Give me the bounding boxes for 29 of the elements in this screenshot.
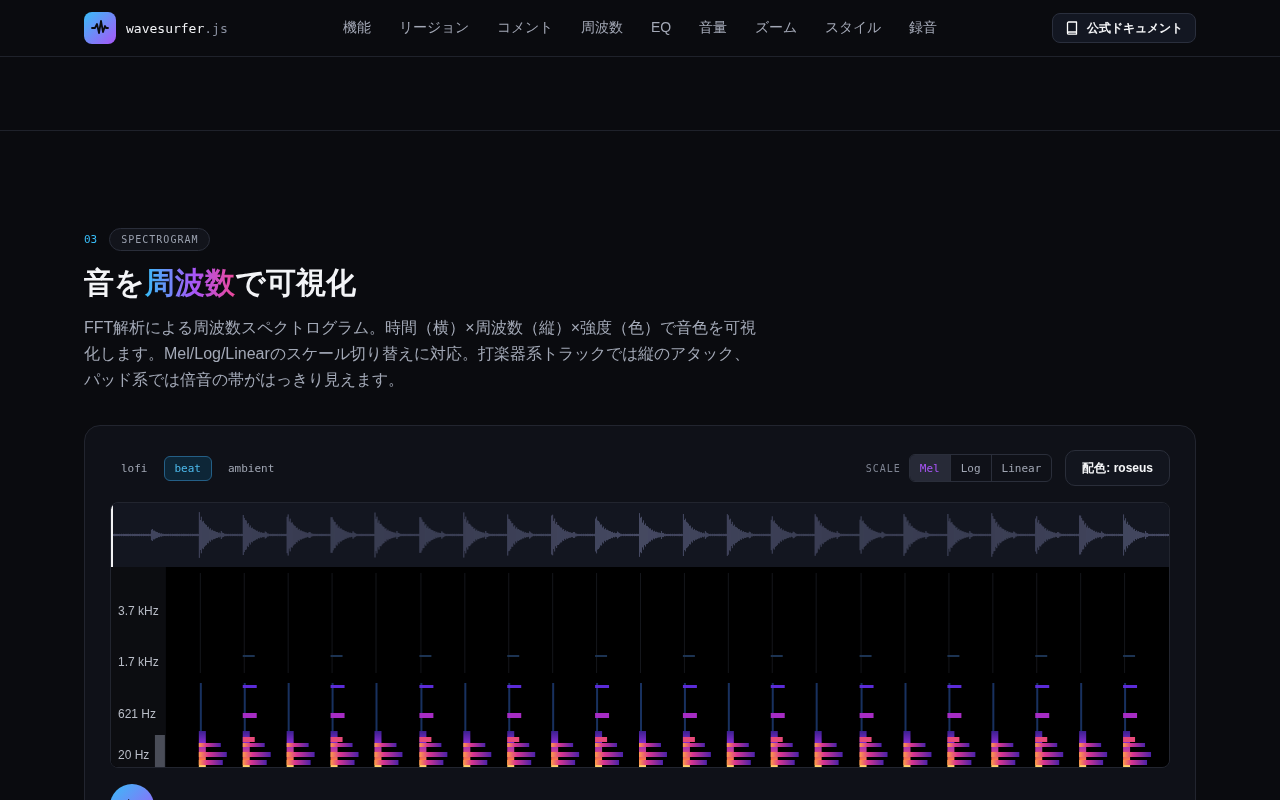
frequency-label: 3.7 kHz bbox=[118, 603, 159, 619]
logo-icon[interactable] bbox=[84, 12, 116, 44]
nav-link[interactable]: リージョン bbox=[398, 19, 469, 37]
section-number: 03 bbox=[84, 233, 98, 246]
section-heading: 音を周波数で可視化 bbox=[84, 265, 357, 301]
brand-name[interactable]: wavesurfer.js bbox=[126, 20, 228, 36]
preset-tab[interactable]: beat bbox=[163, 455, 212, 481]
preset-tab[interactable]: lofi bbox=[110, 455, 159, 481]
frequency-label: 20 Hz bbox=[118, 747, 150, 763]
nav-link[interactable]: 音量 bbox=[699, 19, 728, 37]
scale-option[interactable]: Linear bbox=[990, 455, 1052, 481]
scale-label: SCALE bbox=[865, 462, 901, 474]
nav-link[interactable]: EQ bbox=[650, 19, 672, 37]
section-description: FFT解析による周波数スペクトログラム。時間（横）×周波数（縦）×強度（色）で音色を可視化します。Mel/Log/Linearのスケール切り替えに対応。打楽器系トラックでは縦のアタック、パッド系では倍音の帯がはっきり見えます。 bbox=[84, 318, 757, 390]
frequency-label: 621 Hz bbox=[118, 706, 157, 722]
nav-link[interactable]: 周波数 bbox=[580, 19, 623, 37]
frequency-label: 1.7 kHz bbox=[118, 654, 159, 670]
section-tag: SPECTROGRAM bbox=[109, 228, 211, 251]
nav-link[interactable]: 録音 bbox=[909, 19, 938, 37]
nav-link[interactable]: コメント bbox=[496, 19, 553, 37]
book-icon bbox=[1065, 21, 1079, 35]
scale-option[interactable]: Log bbox=[949, 455, 991, 481]
colormap-button[interactable]: 配色: roseus bbox=[1065, 450, 1170, 486]
docs-button[interactable]: 公式ドキュメント bbox=[1052, 13, 1196, 43]
nav-link[interactable]: 機能 bbox=[342, 19, 371, 37]
nav-link[interactable]: スタイル bbox=[825, 19, 882, 37]
preset-tab[interactable]: ambient bbox=[217, 455, 286, 481]
nav-link[interactable]: ズーム bbox=[755, 19, 798, 37]
scale-option[interactable]: Mel bbox=[909, 455, 950, 481]
